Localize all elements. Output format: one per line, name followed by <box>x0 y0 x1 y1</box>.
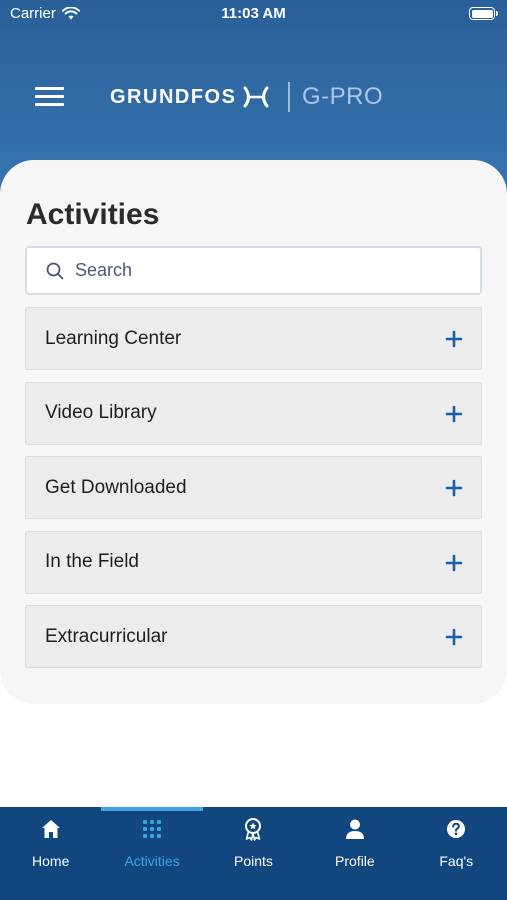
brand-logo: GRUNDFOS G-PRO <box>110 80 383 114</box>
search-box[interactable] <box>25 246 482 295</box>
search-icon <box>46 262 64 279</box>
plus-icon <box>445 554 463 571</box>
section-list: Learning Center Video Library Get Downlo… <box>25 307 482 680</box>
grundfos-x-icon <box>243 86 269 108</box>
section-label: In the Field <box>45 551 139 572</box>
status-bar: Carrier 11:03 AM <box>0 0 507 28</box>
section-in-the-field[interactable]: In the Field <box>25 530 482 594</box>
top-bar: GRUNDFOS G-PRO <box>0 70 507 124</box>
tab-label: Faq's <box>439 853 474 869</box>
section-learning-center[interactable]: Learning Center <box>25 307 482 370</box>
section-label: Video Library <box>45 402 157 423</box>
plus-icon <box>445 628 463 646</box>
section-label: Extracurricular <box>45 625 168 647</box>
tab-label: Points <box>234 853 273 869</box>
section-extracurricular[interactable]: Extracurricular <box>25 605 482 668</box>
help-icon <box>444 817 468 841</box>
plus-icon <box>445 405 463 422</box>
grid-icon <box>140 817 164 841</box>
user-icon <box>343 817 367 841</box>
section-get-downloaded[interactable]: Get Downloaded <box>25 456 482 519</box>
tab-label: Activities <box>124 853 180 869</box>
tab-home[interactable]: Home <box>0 807 101 900</box>
activities-card: Activities Learning Center Video Library… <box>0 160 507 704</box>
brand-name: GRUNDFOS <box>110 85 237 108</box>
product-name: G-PRO <box>301 83 384 110</box>
bottom-tab-bar: Home Activities Points Profile Faq's <box>0 807 507 900</box>
section-label: Learning Center <box>45 327 182 349</box>
search-input[interactable] <box>75 260 455 281</box>
section-video-library[interactable]: Video Library <box>25 381 482 445</box>
page-title: Activities <box>26 198 160 231</box>
tab-faqs[interactable]: Faq's <box>406 807 507 900</box>
home-icon <box>39 817 63 841</box>
tab-label: Profile <box>335 853 375 869</box>
status-time: 11:03 AM <box>221 5 286 22</box>
tab-profile[interactable]: Profile <box>304 807 405 900</box>
tab-activities[interactable]: Activities <box>101 807 204 900</box>
section-label: Get Downloaded <box>45 476 187 498</box>
award-icon <box>241 817 265 841</box>
brand-divider <box>288 82 290 112</box>
battery-icon <box>469 7 498 20</box>
menu-button[interactable] <box>35 87 64 107</box>
plus-icon <box>445 479 463 497</box>
tab-points[interactable]: Points <box>203 807 304 900</box>
tab-label: Home <box>32 853 70 869</box>
plus-icon <box>445 330 463 348</box>
